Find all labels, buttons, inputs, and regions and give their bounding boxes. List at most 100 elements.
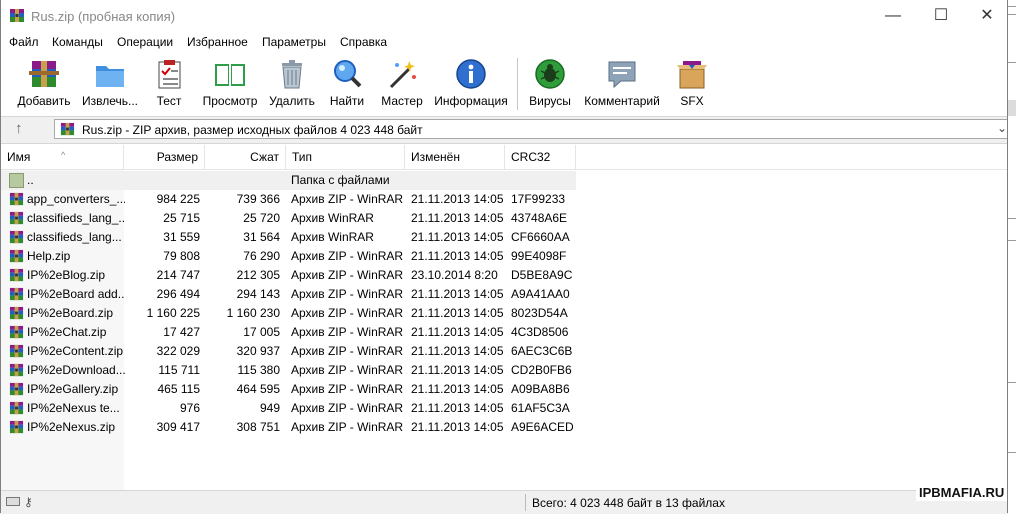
drive-icon[interactable]: [6, 497, 20, 506]
chevron-down-icon[interactable]: ⌄: [997, 121, 1007, 135]
file-name: IP%2eBlog.zip: [27, 268, 106, 282]
extract-label: Извлечь...: [81, 94, 138, 108]
file-packed-size: 31 564: [243, 230, 280, 244]
file-type: Архив WinRAR: [291, 230, 374, 244]
table-row[interactable]: IP%2eChat.zip 17 427 17 005 Архив ZIP - Win…: [1, 323, 576, 342]
key-icon[interactable]: ⚷: [24, 495, 33, 509]
close-button[interactable]: ✕: [964, 0, 1010, 32]
menu-bar: Файл Команды Операции Избранное Параметр…: [0, 33, 1008, 53]
file-list[interactable]: Имя ^ Размер Сжат Тип Изменён CRC32 .. Па…: [1, 145, 1007, 490]
status-separator: [525, 494, 526, 511]
window-border-left: [0, 0, 1, 513]
view-button[interactable]: Просмотр: [196, 54, 264, 114]
menu-options[interactable]: Параметры: [262, 35, 326, 49]
virus-scan-button[interactable]: Вирусы: [523, 54, 577, 114]
find-label: Найти: [329, 94, 365, 108]
winrar-app-icon: [9, 8, 25, 24]
virus-scan-icon: [535, 59, 565, 89]
toolbar-separator: [517, 58, 518, 110]
menu-operations[interactable]: Операции: [117, 35, 173, 49]
file-modified: 23.10.2014 8:20: [411, 268, 498, 282]
table-row[interactable]: IP%2eDownload... 115 711 115 380 Архив ZIP …: [1, 361, 576, 380]
file-type: Архив ZIP - WinRAR: [291, 287, 404, 301]
col-type[interactable]: Тип: [286, 145, 405, 169]
background-window-edge: [1008, 0, 1016, 513]
comment-button[interactable]: Комментарий: [580, 54, 664, 114]
menu-file[interactable]: Файл: [9, 35, 39, 49]
menu-favorites[interactable]: Избранное: [187, 35, 248, 49]
file-packed-size: 115 380: [237, 363, 281, 377]
up-arrow-icon[interactable]: ↑: [15, 120, 23, 137]
archive-file-icon: [9, 363, 24, 378]
comment-label: Комментарий: [584, 94, 660, 108]
archive-file-icon: [9, 230, 24, 245]
test-button[interactable]: Тест: [144, 54, 194, 114]
archive-file-icon: [9, 249, 24, 264]
table-row[interactable]: Help.zip 79 808 76 290 Архив ZIP - WinRAR 21…: [1, 247, 576, 266]
archive-file-icon: [9, 382, 24, 397]
archive-file-icon: [9, 287, 24, 302]
file-size: 115 711: [158, 363, 200, 377]
file-crc32: D5BE8A9C: [511, 268, 573, 282]
archive-file-icon: [9, 192, 24, 207]
menu-help[interactable]: Справка: [340, 35, 387, 49]
file-type: Архив ZIP - WinRAR: [291, 249, 404, 263]
file-modified: 21.11.2013 14:05: [411, 192, 503, 206]
file-crc32: A9A41AA0: [511, 287, 570, 301]
col-packed[interactable]: Сжат: [205, 145, 286, 169]
wizard-button[interactable]: Мастер: [376, 54, 428, 114]
file-size: 79 808: [163, 249, 200, 263]
add-label: Добавить: [17, 94, 71, 108]
file-crc32: 6AEC3C6B: [511, 344, 573, 358]
parent-folder-row[interactable]: .. Папка с файлами: [1, 171, 576, 190]
table-row[interactable]: IP%2eBlog.zip 214 747 212 305 Архив ZIP - W…: [1, 266, 576, 285]
maximize-button[interactable]: ☐: [918, 0, 964, 32]
file-crc32: A09BA8B6: [511, 382, 570, 396]
archive-file-icon: [9, 306, 24, 321]
find-button[interactable]: Найти: [320, 54, 374, 114]
file-name: Help.zip: [27, 249, 71, 263]
info-button[interactable]: Информация: [430, 54, 512, 114]
file-type: Архив ZIP - WinRAR: [291, 382, 404, 396]
test-clipboard-icon: [158, 60, 181, 89]
col-name[interactable]: Имя ^: [1, 145, 124, 169]
file-crc32: 43748A6E: [511, 211, 568, 225]
archive-path: Rus.zip - ZIP архив, размер исходных фай…: [82, 123, 423, 137]
table-row[interactable]: IP%2eBoard add... 296 494 294 143 Архив ZIP…: [1, 285, 576, 304]
file-crc32: 8023D54A: [511, 306, 568, 320]
path-combobox[interactable]: Rus.zip - ZIP архив, размер исходных фай…: [54, 119, 1012, 139]
sfx-button[interactable]: SFX: [666, 54, 718, 114]
table-row[interactable]: app_converters_... 984 225 739 366 Архив ZI…: [1, 190, 576, 209]
table-row[interactable]: classifieds_lang_... 25 715 25 720 Архив Wi…: [1, 209, 576, 228]
file-type: Архив ZIP - WinRAR: [291, 344, 404, 358]
table-row[interactable]: IP%2eContent.zip 322 029 320 937 Архив ZIP …: [1, 342, 576, 361]
file-packed-size: 949: [259, 401, 280, 415]
delete-button[interactable]: Удалить: [266, 54, 318, 114]
file-size: 31 559: [163, 230, 200, 244]
title-bar[interactable]: Rus.zip (пробная копия) — ☐ ✕: [0, 0, 1008, 32]
col-modified[interactable]: Изменён: [405, 145, 505, 169]
file-packed-size: 1 160 230: [226, 306, 280, 320]
extract-button[interactable]: Извлечь...: [78, 54, 142, 114]
menu-commands[interactable]: Команды: [52, 35, 103, 49]
table-row[interactable]: classifieds_lang... 31 559 31 564 Архив Win…: [1, 228, 576, 247]
file-type: Архив ZIP - WinRAR: [291, 420, 404, 434]
file-packed-size: 320 937: [236, 344, 280, 358]
table-row[interactable]: IP%2eBoard.zip 1 160 225 1 160 230 Архив ZI…: [1, 304, 576, 323]
table-row[interactable]: IP%2eNexus te... 976 949 Архив ZIP - WinRAR…: [1, 399, 576, 418]
virus-scan-label: Вирусы: [529, 94, 571, 108]
table-row[interactable]: IP%2eNexus.zip 309 417 308 751 Архив ZIP - …: [1, 418, 576, 437]
parent-folder-icon: [9, 173, 24, 188]
file-name: classifieds_lang...: [27, 230, 122, 244]
minimize-button[interactable]: —: [870, 0, 916, 32]
file-name: IP%2eChat.zip: [27, 325, 107, 339]
trash-icon: [282, 60, 302, 89]
column-header: Имя ^ Размер Сжат Тип Изменён CRC32: [1, 145, 1007, 170]
file-size: 309 417: [156, 420, 200, 434]
col-size[interactable]: Размер: [124, 145, 205, 169]
col-crc32[interactable]: CRC32: [505, 145, 576, 169]
file-crc32: 61AF5C3A: [511, 401, 570, 415]
parent-folder-name: ..: [27, 173, 34, 187]
add-button[interactable]: Добавить: [12, 54, 76, 114]
table-row[interactable]: IP%2eGallery.zip 465 115 464 595 Архив ZIP …: [1, 380, 576, 399]
